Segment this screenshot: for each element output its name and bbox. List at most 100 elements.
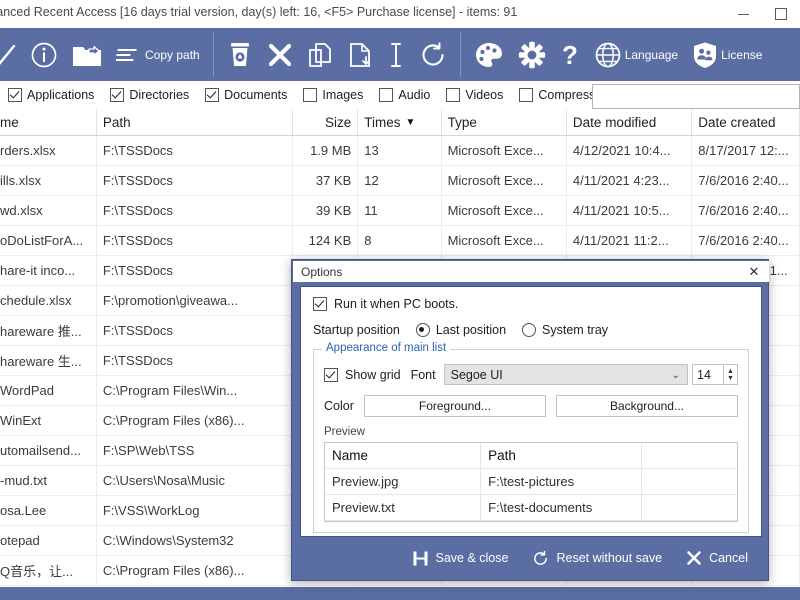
preview-cell-extra (642, 469, 737, 494)
checkbox-run-on-boot[interactable] (313, 297, 327, 311)
checkbox-documents[interactable] (205, 88, 220, 102)
close-icon[interactable]: ✕ (739, 261, 769, 282)
checkbox-applications[interactable] (8, 88, 22, 102)
table-row[interactable]: oDoListForA... F:\TSSDocs 124 KB 8 Microsoft… (0, 226, 800, 256)
copy-path-label: Copy path (145, 47, 200, 62)
cell-path: F:\TSSDocs (97, 136, 293, 165)
font-size-input[interactable]: 14 (692, 364, 724, 385)
cell-date-created: 7/6/2016 2:40... (692, 166, 800, 195)
search-input[interactable] (592, 84, 800, 109)
column-header-path[interactable]: Path (97, 109, 293, 135)
filter-applications[interactable]: Applications (8, 88, 94, 102)
cell-path: F:\TSSDocs (97, 316, 293, 345)
cancel-button[interactable]: Cancel (676, 544, 758, 572)
radio-system-tray[interactable]: System tray (522, 323, 608, 337)
filter-label-applications: Applications (27, 88, 95, 102)
copy-file-button[interactable] (300, 28, 340, 81)
language-button[interactable]: Language (587, 28, 685, 81)
filter-directories[interactable]: Directories (110, 88, 189, 102)
info-icon (30, 41, 58, 69)
column-header-type[interactable]: Type (442, 109, 567, 135)
foreground-color-button[interactable]: Foreground... (363, 395, 546, 417)
rename-button[interactable] (380, 28, 412, 81)
column-header-times-label: Times (364, 114, 401, 130)
radio-system-tray-indicator[interactable] (522, 323, 537, 337)
filter-audio[interactable]: Audio (379, 88, 430, 102)
font-family-select[interactable]: Segoe UI ⌄ (443, 364, 688, 385)
font-row: Show grid Font Segoe UI ⌄ 14 ▲ ▼ (324, 364, 738, 385)
maximize-button[interactable] (762, 0, 800, 28)
table-row[interactable]: wd.xlsx F:\TSSDocs 39 KB 11 Microsoft Exce..… (0, 196, 800, 226)
options-dialog: Options ✕ Run it when PC boots. Startup … (291, 259, 769, 581)
checkbox-videos[interactable] (446, 88, 461, 102)
preview-table-row: Preview.txt F:\test-documents (325, 495, 737, 521)
font-label: Font (410, 367, 436, 382)
column-header-date-modified[interactable]: Date modified (567, 109, 693, 135)
cell-date-modified: 4/12/2021 10:4... (567, 136, 693, 165)
title-bar: vanced Recent Access [16 days trial vers… (0, 0, 800, 29)
font-size-stepper[interactable]: ▲ ▼ (724, 364, 738, 385)
cell-name: wd.xlsx (0, 196, 97, 225)
column-header-size[interactable]: Size (293, 109, 359, 135)
filter-documents[interactable]: Documents (205, 88, 287, 102)
recycle-bin-button[interactable] (220, 28, 260, 81)
info-button[interactable] (23, 28, 65, 81)
rename-icon (387, 41, 405, 69)
preview-table-row: Preview.jpg F:\test-pictures (325, 469, 737, 495)
reset-without-save-button[interactable]: Reset without save (522, 544, 672, 573)
cell-name: ills.xlsx (0, 166, 97, 195)
copy-file-icon (307, 41, 333, 69)
help-button[interactable]: ? (553, 28, 587, 81)
dialog-body: Run it when PC boots. Startup position L… (300, 286, 762, 537)
column-header-date-created[interactable]: Date created (692, 109, 800, 135)
cell-times: 11 (358, 196, 442, 225)
checkbox-compressed[interactable] (519, 88, 534, 102)
column-header-times[interactable]: Times ▼ (358, 109, 442, 135)
delete-button[interactable] (260, 28, 300, 81)
dialog-title: Options (301, 264, 343, 279)
run-on-boot-option[interactable]: Run it when PC boots. (313, 297, 749, 311)
cell-path: F:\VSS\WorkLog (97, 496, 293, 525)
reset-without-save-label: Reset without save (556, 551, 663, 565)
window-title: vanced Recent Access [16 days trial vers… (0, 5, 518, 19)
sort-descending-icon: ▼ (405, 116, 416, 128)
cell-path: F:\TSSDocs (97, 166, 293, 195)
minimize-button[interactable] (724, 0, 762, 28)
chevron-down-icon: ⌄ (671, 370, 680, 381)
preview-column-name: Name (325, 443, 482, 468)
cell-type: Microsoft Exce... (442, 166, 567, 195)
open-folder-button[interactable] (65, 28, 109, 81)
settings-button[interactable] (511, 28, 553, 81)
radio-last-position-label: Last position (435, 323, 507, 337)
application-window: vanced Recent Access [16 days trial vers… (0, 0, 800, 600)
cell-path: C:\Program Files\Win... (97, 376, 293, 405)
copy-path-button[interactable]: Copy path (109, 28, 207, 81)
radio-last-position[interactable]: Last position (415, 323, 507, 337)
column-header-name[interactable]: me (0, 109, 97, 135)
filter-images[interactable]: Images (303, 88, 363, 102)
filter-videos[interactable]: Videos (446, 88, 503, 102)
preview-cell-name: Preview.txt (325, 495, 482, 520)
table-row[interactable]: ills.xlsx F:\TSSDocs 37 KB 12 Microsoft Exce… (0, 166, 800, 196)
cell-date-modified: 4/11/2021 4:23... (567, 166, 693, 195)
cell-name: utomailsend... (0, 436, 97, 465)
checkbox-show-grid[interactable] (324, 367, 338, 382)
refresh-button[interactable] (412, 28, 454, 81)
main-toolbar: Copy path ? Language License (0, 28, 800, 81)
toolbar-group-edit (220, 28, 454, 81)
table-row[interactable]: rders.xlsx F:\TSSDocs 1.9 MB 13 Microsoft Ex… (0, 136, 800, 166)
preview-table: Name Path Preview.jpg F:\test-pictures P… (324, 442, 738, 522)
save-icon (412, 550, 429, 567)
cell-name: hare-it inco... (0, 256, 97, 285)
checkbox-images[interactable] (303, 88, 318, 102)
background-color-button[interactable]: Background... (555, 395, 738, 417)
save-and-close-button[interactable]: Save & close (402, 544, 519, 573)
palette-button[interactable] (467, 28, 511, 81)
move-file-button[interactable] (340, 28, 380, 81)
show-grid-option[interactable]: Show grid (324, 367, 401, 382)
checkbox-directories[interactable] (110, 88, 125, 102)
checkbox-audio[interactable] (379, 88, 394, 102)
license-button[interactable]: License (685, 28, 769, 81)
check-button[interactable] (0, 28, 23, 81)
radio-last-position-indicator[interactable] (415, 323, 430, 337)
